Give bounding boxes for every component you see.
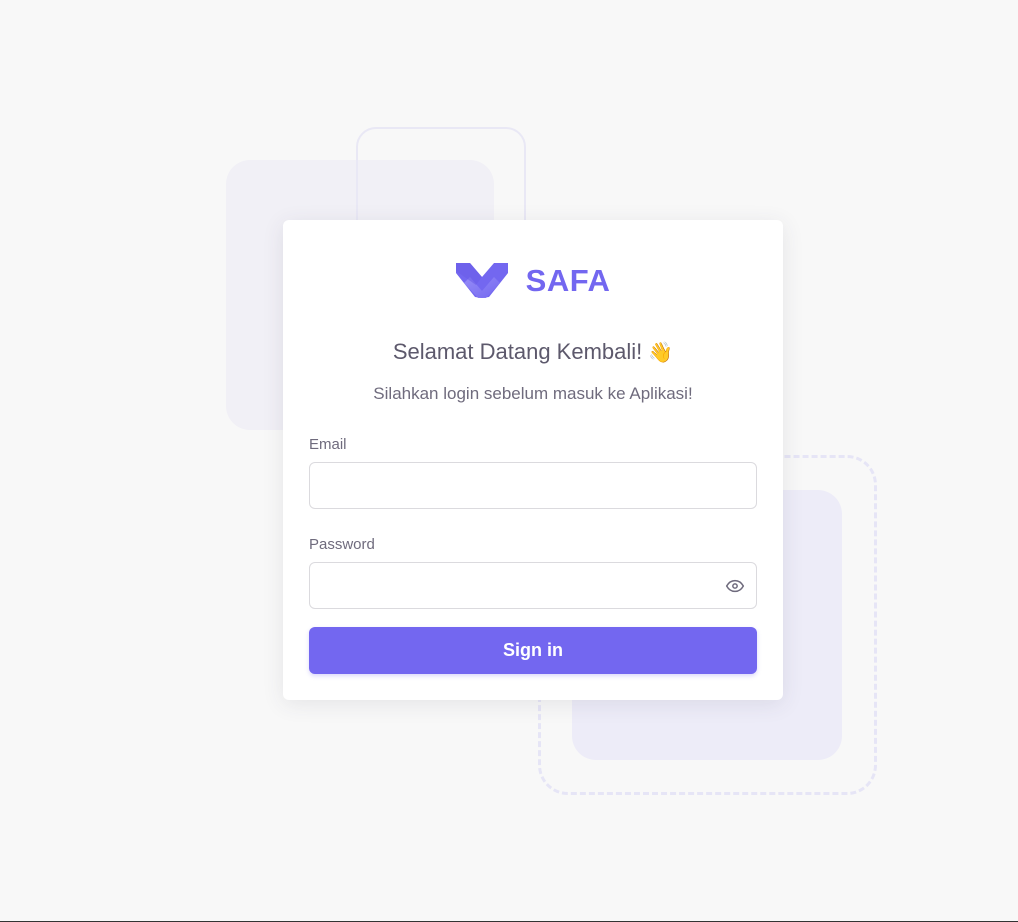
email-label: Email <box>309 436 347 453</box>
password-field-wrapper <box>309 562 757 609</box>
login-card: SAFA Selamat Datang Kembali! 👋 Silahkan l… <box>283 220 783 700</box>
email-field-wrapper <box>309 462 757 509</box>
welcome-title: Selamat Datang Kembali! 👋 <box>309 338 757 366</box>
sign-in-button[interactable]: Sign in <box>309 627 757 674</box>
safa-v-logo-icon <box>455 263 508 298</box>
password-field[interactable] <box>310 563 756 608</box>
welcome-title-text: Selamat Datang Kembali! <box>392 339 643 364</box>
brand-name: SAFA <box>525 263 611 298</box>
welcome-subtitle: Silahkan login sebelum masuk ke Aplikasi… <box>373 384 693 403</box>
waving-hand-icon: 👋 <box>648 342 674 364</box>
password-label: Password <box>309 536 375 553</box>
email-field[interactable] <box>310 463 756 508</box>
brand-header: SAFA <box>309 262 757 300</box>
eye-icon[interactable] <box>723 574 747 598</box>
